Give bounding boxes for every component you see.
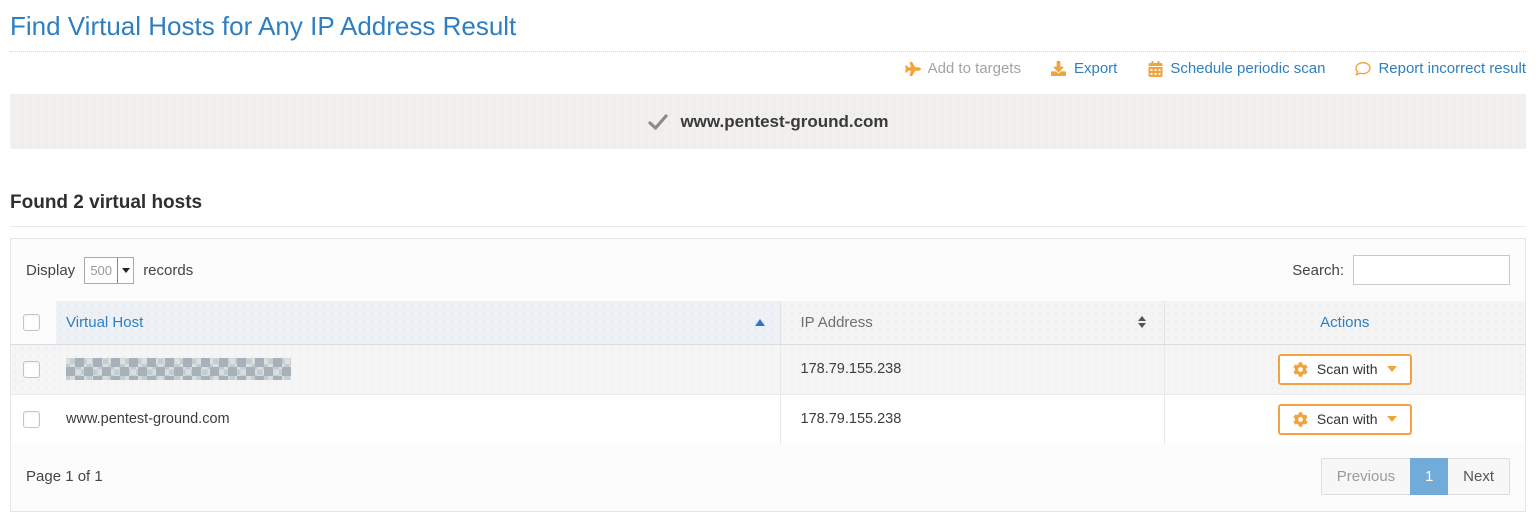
ip-address-header-label: IP Address <box>801 314 873 331</box>
target-name: www.pentest-ground.com <box>680 112 888 132</box>
add-to-targets-button[interactable]: Add to targets <box>905 60 1021 77</box>
actions-header-label: Actions <box>1320 314 1369 331</box>
table-footer: Page 1 of 1 Previous 1 Next <box>11 444 1525 511</box>
table-row: 178.79.155.238 Scan with <box>11 344 1525 394</box>
virtual-host-cell: www.pentest-ground.com <box>56 394 780 444</box>
gear-icon <box>1293 362 1308 377</box>
scan-with-label: Scan with <box>1317 361 1378 377</box>
page-info: Page 1 of 1 <box>26 468 103 485</box>
previous-page-button[interactable]: Previous <box>1321 458 1410 495</box>
calendar-icon <box>1147 61 1163 77</box>
search-label: Search: <box>1292 262 1344 279</box>
results-heading: Found 2 virtual hosts <box>10 192 1526 227</box>
row-checkbox[interactable] <box>23 411 40 428</box>
add-to-targets-label: Add to targets <box>928 60 1021 77</box>
toolbar: Add to targets Export Schedule periodic … <box>10 52 1526 86</box>
export-label: Export <box>1074 60 1117 77</box>
download-icon <box>1051 61 1067 77</box>
results-table-card: Display 500 records Search: <box>10 238 1526 512</box>
records-label: records <box>143 262 193 279</box>
page-title: Find Virtual Hosts for Any IP Address Re… <box>10 10 1526 43</box>
scan-with-button[interactable]: Scan with <box>1278 404 1412 435</box>
export-button[interactable]: Export <box>1051 60 1117 77</box>
pagination: Previous 1 Next <box>1321 458 1510 495</box>
table-controls: Display 500 records Search: <box>11 239 1525 301</box>
caret-down-icon <box>1387 366 1397 372</box>
sort-ascending-icon <box>755 319 765 326</box>
results-table: Virtual Host IP Address Actions <box>11 301 1525 444</box>
page-number-button[interactable]: 1 <box>1410 458 1448 495</box>
redacted-host-blur <box>66 358 291 380</box>
row-checkbox-cell <box>11 344 56 394</box>
schedule-periodic-scan-button[interactable]: Schedule periodic scan <box>1147 60 1325 77</box>
gear-icon <box>1293 412 1308 427</box>
schedule-periodic-scan-label: Schedule periodic scan <box>1170 60 1325 77</box>
row-checkbox[interactable] <box>23 361 40 378</box>
display-label: Display <box>26 262 75 279</box>
scan-with-button[interactable]: Scan with <box>1278 354 1412 385</box>
check-icon <box>647 111 669 133</box>
actions-cell: Scan with <box>1164 394 1525 444</box>
search-input[interactable] <box>1353 255 1510 285</box>
header-checkbox-cell <box>11 301 56 344</box>
scan-with-label: Scan with <box>1317 411 1378 427</box>
report-incorrect-result-button[interactable]: Report incorrect result <box>1355 60 1526 77</box>
search-group: Search: <box>1292 255 1510 285</box>
virtual-host-header-label: Virtual Host <box>66 314 143 331</box>
select-all-checkbox[interactable] <box>23 314 40 331</box>
records-per-page-select[interactable]: 500 <box>84 257 134 284</box>
ip-address-cell: 178.79.155.238 <box>780 344 1164 394</box>
display-records-group: Display 500 records <box>26 257 193 284</box>
column-header-ip-address[interactable]: IP Address <box>780 301 1164 344</box>
actions-cell: Scan with <box>1164 344 1525 394</box>
caret-down-icon <box>1387 416 1397 422</box>
next-page-button[interactable]: Next <box>1448 458 1510 495</box>
sort-both-icon <box>1138 316 1146 328</box>
ip-address-cell: 178.79.155.238 <box>780 394 1164 444</box>
column-header-actions: Actions <box>1164 301 1525 344</box>
select-arrow-icon <box>117 258 133 283</box>
column-header-virtual-host[interactable]: Virtual Host <box>56 301 780 344</box>
virtual-host-cell <box>56 344 780 394</box>
plane-icon <box>905 61 921 77</box>
page: Find Virtual Hosts for Any IP Address Re… <box>0 10 1536 528</box>
comment-icon <box>1355 61 1371 77</box>
table-row: www.pentest-ground.com 178.79.155.238 Sc… <box>11 394 1525 444</box>
report-incorrect-result-label: Report incorrect result <box>1378 60 1526 77</box>
row-checkbox-cell <box>11 394 56 444</box>
records-per-page-value: 500 <box>85 258 117 283</box>
target-banner: www.pentest-ground.com <box>10 94 1526 149</box>
table-header-row: Virtual Host IP Address Actions <box>11 301 1525 344</box>
